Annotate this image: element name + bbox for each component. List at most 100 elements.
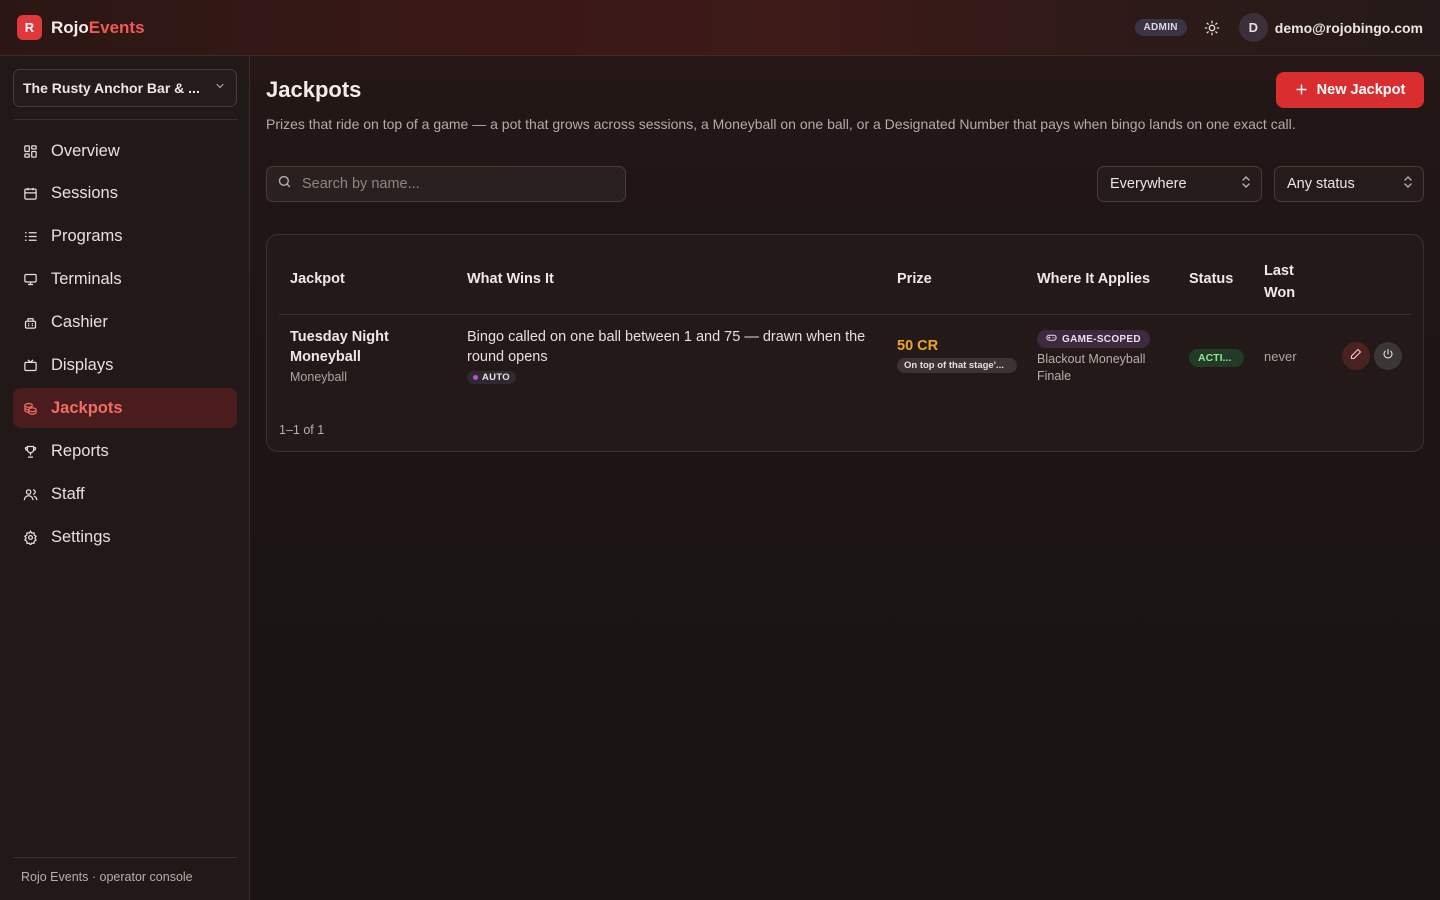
sidebar-item-staff[interactable]: Staff [13, 474, 237, 514]
sidebar-item-label: Settings [51, 527, 111, 546]
sidebar-item-settings[interactable]: Settings [13, 517, 237, 557]
status-select[interactable]: Any status [1274, 166, 1424, 202]
gear-icon [22, 529, 39, 546]
header-actions: ADMIN D demo@rojobingo.com [1134, 13, 1423, 42]
search-input[interactable] [302, 176, 602, 192]
table-header: Jackpot What Wins It Prize Where It Appl… [279, 257, 1411, 315]
status-badge: ACTI... [1189, 349, 1244, 367]
jackpot-name-line1: Tuesday Night [290, 329, 389, 345]
wins-line2: round opens [467, 349, 548, 365]
sidebar-item-jackpots[interactable]: Jackpots [13, 388, 237, 429]
users-icon [22, 486, 39, 503]
sidebar-item-label: Sessions [51, 184, 118, 203]
grid-icon [22, 143, 39, 160]
sidebar: The Rusty Anchor Bar & ... Overview Sess… [0, 56, 250, 900]
scope-select-value: Everywhere [1110, 176, 1187, 192]
sidebar-item-label: Displays [51, 355, 114, 374]
sidebar-item-label: Terminals [51, 270, 122, 289]
search-box[interactable] [266, 166, 626, 202]
prize-amount: 50 CR [897, 338, 939, 354]
prize-cell: 50 CR On top of that stage'... [897, 338, 1027, 373]
user-email: demo@rojobingo.com [1274, 19, 1423, 36]
auto-badge: AUTO [467, 371, 516, 384]
user-menu[interactable]: D demo@rojobingo.com [1238, 13, 1423, 42]
brand-logo: R [17, 15, 42, 40]
edit-button[interactable] [1342, 342, 1370, 370]
wins-cell: Bingo called on one ball between 1 and 7… [467, 327, 887, 385]
status-select-value: Any status [1287, 176, 1355, 192]
sidebar-item-label: Programs [51, 227, 123, 246]
jackpot-cell: Tuesday Night Moneyball Moneyball [290, 327, 450, 384]
top-bar: R RojoEvents ADMIN D demo@rojobingo.com [0, 0, 1440, 56]
chevron-updown-icon [1403, 175, 1413, 193]
gamepad-icon [1046, 332, 1057, 346]
scope-game-name: Blackout Moneyball Finale [1037, 351, 1182, 385]
sidebar-footer-divider [13, 857, 237, 858]
column-header-last-won-line2: Won [1264, 285, 1296, 301]
scope-select[interactable]: Everywhere [1097, 166, 1262, 202]
sidebar-item-label: Jackpots [51, 398, 123, 417]
chevron-down-icon [214, 79, 226, 97]
sidebar-item-reports[interactable]: Reports [13, 431, 237, 471]
column-header-status[interactable]: Status [1189, 271, 1233, 287]
plus-icon [1295, 81, 1308, 99]
main-content: Jackpots Prizes that ride on top of a ga… [250, 56, 1440, 900]
jackpots-table-card: Jackpot What Wins It Prize Where It Appl… [266, 234, 1424, 452]
column-header-applies[interactable]: Where It Applies [1037, 271, 1150, 287]
jackpot-type: Moneyball [290, 370, 347, 384]
sidebar-item-cashier[interactable]: Cashier [13, 303, 237, 343]
brand-name: RojoEvents [51, 18, 145, 38]
new-jackpot-label: New Jackpot [1316, 82, 1406, 98]
coins-icon [22, 400, 39, 417]
page-subtitle: Prizes that ride on top of a game — a po… [266, 116, 1296, 132]
jackpot-name-line2: Moneyball [290, 349, 361, 365]
sidebar-footer: Rojo Events · operator console [21, 870, 193, 884]
trophy-icon [22, 443, 39, 460]
last-won-value: never [1264, 349, 1297, 364]
table-row[interactable]: Tuesday Night Moneyball Moneyball Bingo c… [279, 315, 1411, 401]
sidebar-item-terminals[interactable]: Terminals [13, 260, 237, 300]
prize-note: On top of that stage'... [897, 358, 1017, 373]
pencil-icon [1350, 347, 1362, 365]
deactivate-button[interactable] [1374, 342, 1402, 370]
sidebar-item-programs[interactable]: Programs [13, 217, 237, 257]
cashier-icon [22, 314, 39, 331]
column-header-jackpot[interactable]: Jackpot [290, 271, 345, 287]
venue-label: The Rusty Anchor Bar & ... [23, 80, 200, 96]
applies-cell: GAME-SCOPED Blackout Moneyball Finale [1037, 330, 1182, 385]
brand-name-part1: Rojo [51, 17, 89, 37]
role-badge: ADMIN [1134, 19, 1187, 36]
auto-badge-label: AUTO [482, 372, 510, 383]
avatar: D [1238, 13, 1268, 42]
sidebar-item-label: Staff [51, 484, 85, 503]
column-header-last-won-line1: Last [1264, 263, 1294, 279]
sidebar-item-label: Overview [51, 141, 120, 160]
scope-badge-label: GAME-SCOPED [1062, 333, 1141, 345]
column-header-prize[interactable]: Prize [897, 271, 932, 287]
column-header-wins[interactable]: What Wins It [467, 271, 554, 287]
sidebar-item-overview[interactable]: Overview [13, 131, 237, 171]
list-icon [22, 228, 39, 245]
auto-dot-icon [473, 375, 478, 380]
sidebar-item-label: Cashier [51, 313, 108, 332]
brand[interactable]: R RojoEvents [17, 15, 145, 40]
sidebar-item-label: Reports [51, 441, 109, 460]
venue-select[interactable]: The Rusty Anchor Bar & ... [13, 69, 237, 107]
jackpot-name: Tuesday Night Moneyball [290, 327, 450, 367]
search-icon [277, 174, 292, 194]
monitor-icon [22, 271, 39, 288]
wins-description: Bingo called on one ball between 1 and 7… [467, 327, 887, 367]
calendar-icon [22, 185, 39, 202]
column-header-last-won[interactable]: Last Won [1264, 260, 1295, 304]
chevron-updown-icon [1241, 175, 1251, 193]
sidebar-divider [13, 119, 237, 120]
page-title: Jackpots [266, 77, 362, 102]
wins-line1: Bingo called on one ball between 1 and 7… [467, 329, 866, 345]
new-jackpot-button[interactable]: New Jackpot [1276, 72, 1424, 108]
status-cell: ACTI... [1189, 349, 1244, 372]
scope-line1: Blackout Moneyball [1037, 352, 1146, 366]
sidebar-item-sessions[interactable]: Sessions [13, 174, 237, 214]
sidebar-item-displays[interactable]: Displays [13, 345, 237, 385]
theme-toggle-sun-icon[interactable] [1199, 15, 1225, 41]
last-won-cell: never [1264, 348, 1297, 366]
